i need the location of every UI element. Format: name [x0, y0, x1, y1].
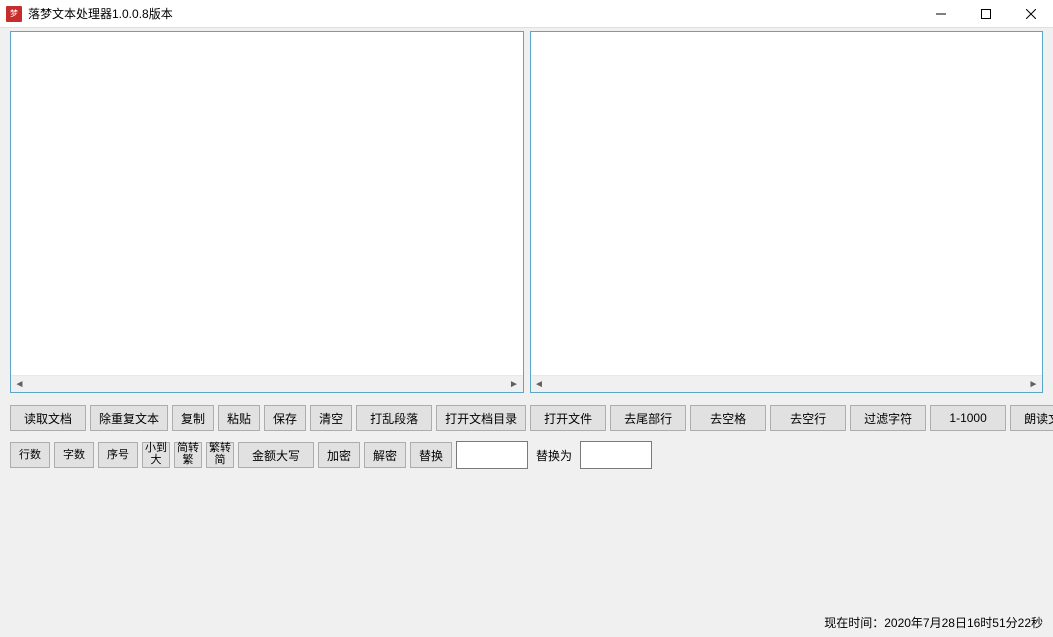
sort-asc-button[interactable]: 小到大 — [142, 442, 170, 468]
maximize-button[interactable] — [963, 0, 1008, 27]
copy-button[interactable]: 复制 — [172, 405, 214, 431]
window-title: 落梦文本处理器1.0.0.8版本 — [28, 5, 918, 22]
left-textarea-wrap: ◄ ► — [10, 31, 524, 393]
scroll-right-icon[interactable]: ► — [506, 376, 523, 393]
close-button[interactable] — [1008, 0, 1053, 27]
index-button[interactable]: 序号 — [98, 442, 138, 468]
right-textarea[interactable] — [531, 32, 1043, 375]
open-file-button[interactable]: 打开文件 — [530, 405, 606, 431]
titlebar: 梦 落梦文本处理器1.0.0.8版本 — [0, 0, 1053, 28]
left-textarea[interactable] — [11, 32, 523, 375]
right-scrollbar[interactable]: ◄ ► — [531, 375, 1043, 392]
trad-to-simp-button[interactable]: 繁转简 — [206, 442, 234, 468]
scroll-left-icon[interactable]: ◄ — [11, 376, 28, 393]
simp-to-trad-button[interactable]: 简转繁 — [174, 442, 202, 468]
toolbar-row-2: 行数 字数 序号 小到大 简转繁 繁转简 金额大写 加密 解密 替换 替换为 — [10, 441, 1043, 469]
replace-to-input[interactable] — [580, 441, 652, 469]
trim-space-button[interactable]: 去空格 — [690, 405, 766, 431]
save-button[interactable]: 保存 — [264, 405, 306, 431]
scroll-right-icon[interactable]: ► — [1025, 376, 1042, 393]
trim-tail-button[interactable]: 去尾部行 — [610, 405, 686, 431]
client-area: ◄ ► ◄ ► 读取文档 除重复文本 复制 粘贴 保存 清空 打乱段落 打开文档… — [0, 28, 1053, 637]
shuffle-paragraph-button[interactable]: 打乱段落 — [356, 405, 432, 431]
textarea-container: ◄ ► ◄ ► — [10, 31, 1043, 393]
read-aloud-button[interactable]: 朗读文本 — [1010, 405, 1053, 431]
read-doc-button[interactable]: 读取文档 — [10, 405, 86, 431]
window-controls — [918, 0, 1053, 27]
char-count-button[interactable]: 字数 — [54, 442, 94, 468]
scroll-left-icon[interactable]: ◄ — [531, 376, 548, 393]
clear-button[interactable]: 清空 — [310, 405, 352, 431]
range-button[interactable]: 1-1000 — [930, 405, 1006, 431]
replace-button[interactable]: 替换 — [410, 442, 452, 468]
toolbar-row-1: 读取文档 除重复文本 复制 粘贴 保存 清空 打乱段落 打开文档目录 打开文件 … — [10, 405, 1043, 431]
right-textarea-wrap: ◄ ► — [530, 31, 1044, 393]
minimize-button[interactable] — [918, 0, 963, 27]
line-count-button[interactable]: 行数 — [10, 442, 50, 468]
paste-button[interactable]: 粘贴 — [218, 405, 260, 431]
replace-label: 替换为 — [536, 447, 572, 464]
filter-char-button[interactable]: 过滤字符 — [850, 405, 926, 431]
decrypt-button[interactable]: 解密 — [364, 442, 406, 468]
replace-from-input[interactable] — [456, 441, 528, 469]
amount-upper-button[interactable]: 金额大写 — [238, 442, 314, 468]
app-icon: 梦 — [6, 6, 22, 22]
status-time: 现在时间：2020年7月28日16时51分22秒 — [824, 614, 1043, 631]
encrypt-button[interactable]: 加密 — [318, 442, 360, 468]
left-scrollbar[interactable]: ◄ ► — [11, 375, 523, 392]
open-doc-dir-button[interactable]: 打开文档目录 — [436, 405, 526, 431]
trim-empty-line-button[interactable]: 去空行 — [770, 405, 846, 431]
remove-duplicate-button[interactable]: 除重复文本 — [90, 405, 168, 431]
